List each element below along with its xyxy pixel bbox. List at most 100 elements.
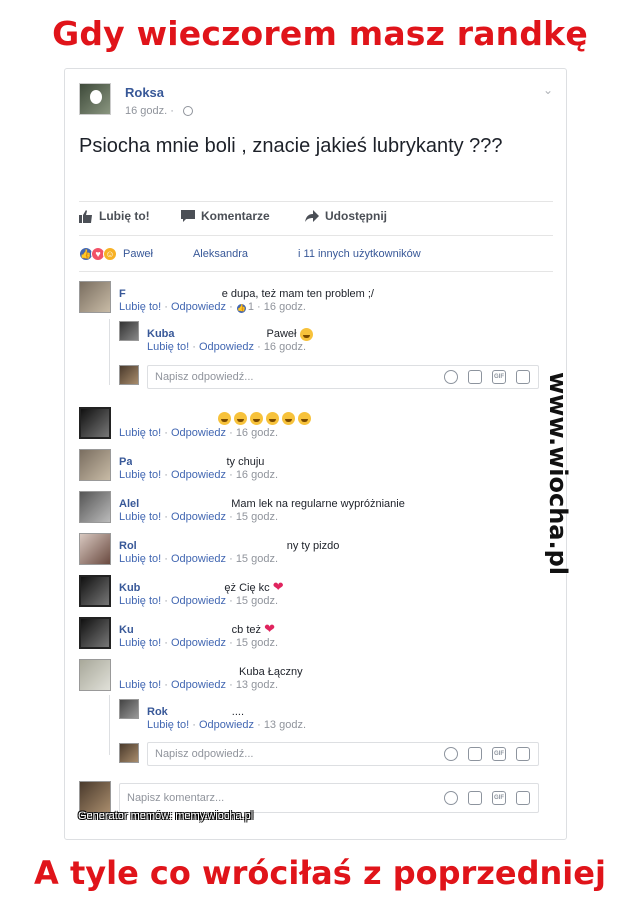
author-avatar[interactable] [79,83,111,115]
comment-meta: Lubię to! · Odpowiedz · 15 godz. [119,553,279,565]
comment-text: Kub ęż Cię kc ❤ [119,577,284,594]
reply-link[interactable]: Odpowiedz [171,427,226,439]
emoji-icon[interactable] [444,747,458,761]
camera-icon[interactable] [468,791,482,805]
avatar[interactable] [79,449,111,481]
thumbs-up-icon [79,209,92,223]
avatar[interactable] [119,699,139,719]
share-button[interactable]: Udostępnij [305,209,387,223]
reply-thread-line [109,695,110,755]
comment-icon [181,209,195,222]
generator-watermark: Generator memów: memy.wiocha.pl [78,810,254,822]
globe-icon [183,106,193,116]
reply-link[interactable]: Odpowiedz [171,301,226,313]
comment-label: Komentarze [201,209,270,223]
divider [79,201,553,202]
avatar[interactable] [119,365,139,385]
comment-text: Fe dupa, też mam ten problem ;/ [119,283,374,300]
avatar[interactable] [79,659,111,691]
comment-meta: Lubię to! · Odpowiedz · 13 godz. [119,679,279,691]
meme-bottom-caption: A tyle co wróciłaś z poprzedniej [34,854,606,892]
redaction [248,247,299,261]
redaction [152,247,193,261]
reply-input[interactable]: Napisz odpowiedź... GIF [147,742,539,766]
reactor-name[interactable]: Paweł [123,248,153,260]
facebook-post: Roksa 16 godz. · ⌄ Psiocha mnie boli , z… [64,68,567,840]
post-author-name[interactable]: Roksa [125,85,164,100]
sticker-icon[interactable] [516,791,530,805]
haha-reaction-icon: ☺ [103,247,117,261]
heart-emoji-icon: ❤ [264,621,275,636]
avatar[interactable] [79,617,111,649]
reply-link[interactable]: Odpowiedz [199,719,254,731]
heart-emoji-icon: ❤ [272,579,284,594]
comment-meta: Lubię to! · Odpowiedz · 15 godz. [119,595,279,607]
comment-text: Pa ty chuju [119,451,264,468]
like-link[interactable]: Lubię to! [147,341,189,353]
gif-icon[interactable]: GIF [492,370,506,384]
gif-icon[interactable]: GIF [492,791,506,805]
like-link[interactable]: Lubię to! [119,469,161,481]
avatar[interactable] [79,281,111,313]
like-link[interactable]: Lubię to! [119,595,161,607]
comment-input[interactable]: Napisz komentarz... GIF [119,783,539,813]
reactions-summary[interactable]: 👍 ♥ ☺ Paweł Aleksandra i 11 innych użytk… [79,247,421,261]
like-link[interactable]: Lubię to! [119,511,161,523]
comment-meta: Lubię to! · Odpowiedz · 15 godz. [119,511,279,523]
comment-text: Rol ny ty pizdo [119,535,339,552]
comment-text: Kuba Paweł [147,323,316,341]
post-text: Psiocha mnie boli , znacie jakieś lubryk… [79,135,503,157]
comment-text: Kuba Łączny [119,661,303,678]
reply-link[interactable]: Odpowiedz [171,595,226,607]
camera-icon[interactable] [468,370,482,384]
meme-top-caption: Gdy wieczorem masz randkę [52,14,588,53]
like-link[interactable]: Lubię to! [147,719,189,731]
reactor-name[interactable]: Aleksandra [193,248,248,260]
like-link[interactable]: Lubię to! [119,637,161,649]
like-reaction-icon: 👍 [235,302,247,314]
reply-link[interactable]: Odpowiedz [171,469,226,481]
avatar[interactable] [119,321,139,341]
comment-meta: Lubię to! · Odpowiedz · 16 godz. [147,341,307,353]
smile-emoji-icon [299,327,313,341]
reply-link[interactable]: Odpowiedz [199,341,254,353]
reply-input[interactable]: Napisz odpowiedź... GIF [147,365,539,389]
avatar[interactable] [79,491,111,523]
comment-meta: Lubię to! · Odpowiedz · 13 godz. [147,719,307,731]
like-button[interactable]: Lubię to! [79,209,150,223]
avatar[interactable] [79,407,111,439]
like-label: Lubię to! [99,209,150,223]
share-label: Udostępnij [325,209,387,223]
avatar[interactable] [79,781,111,813]
chevron-down-icon[interactable]: ⌄ [543,83,553,97]
reply-link[interactable]: Odpowiedz [171,637,226,649]
comment-button[interactable]: Komentarze [181,209,270,223]
comment-meta: Lubię to! · Odpowiedz · 15 godz. [119,637,279,649]
avatar[interactable] [79,575,111,607]
post-timestamp[interactable]: 16 godz. · [125,105,174,117]
like-link[interactable]: Lubię to! [119,553,161,565]
like-link[interactable]: Lubię to! [119,679,161,691]
reactors-others[interactable]: i 11 innych użytkowników [298,248,421,260]
divider [79,235,553,236]
share-icon [305,209,319,222]
like-link[interactable]: Lubię to! [119,301,161,313]
like-link[interactable]: Lubię to! [119,427,161,439]
avatar[interactable] [119,743,139,763]
reply-thread-line [109,319,110,385]
reply-link[interactable]: Odpowiedz [171,679,226,691]
reply-link[interactable]: Odpowiedz [171,553,226,565]
emoji-icon[interactable] [444,791,458,805]
reply-link[interactable]: Odpowiedz [171,511,226,523]
comment-meta: Lubię to! · Odpowiedz · 16 godz. [119,427,279,439]
site-watermark: www.wiocha.pl [544,372,572,576]
comment-meta: Lubię to! · Odpowiedz · 16 godz. [119,469,279,481]
comment-text: Rok.... [147,701,244,718]
comment-text: Alel Mam lek na regularne wypróżnianie [119,493,405,510]
divider [79,271,553,272]
camera-icon[interactable] [468,747,482,761]
sticker-icon[interactable] [516,747,530,761]
emoji-icon[interactable] [444,370,458,384]
gif-icon[interactable]: GIF [492,747,506,761]
avatar[interactable] [79,533,111,565]
